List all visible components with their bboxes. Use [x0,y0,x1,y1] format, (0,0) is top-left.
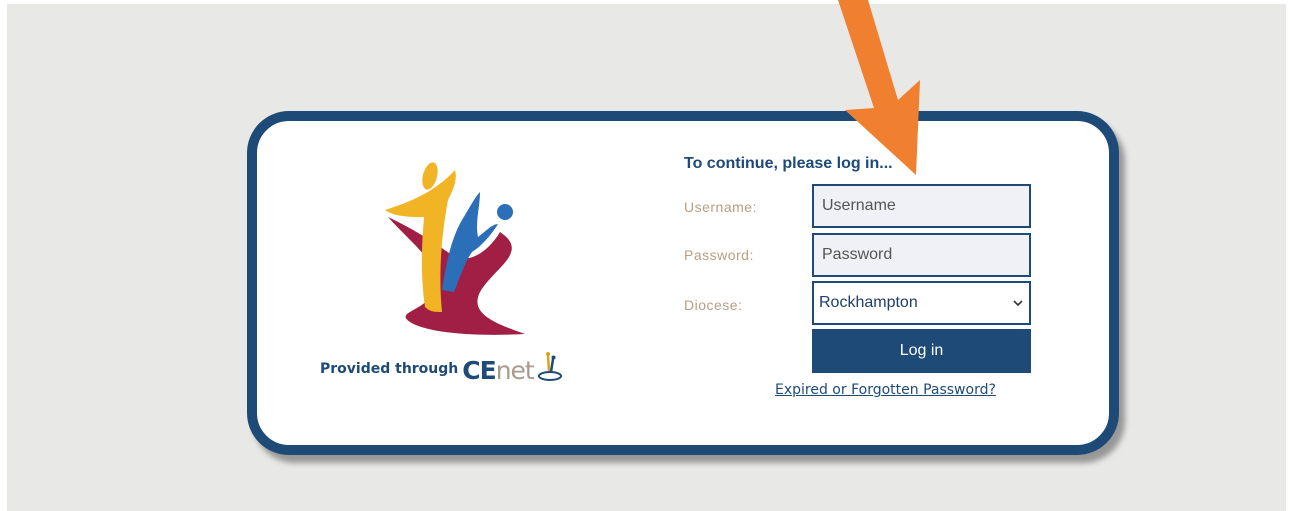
password-label: Password: [684,247,754,263]
username-label: Username: [684,199,757,215]
cenet-brand-ce: CE [462,356,496,385]
catholic-education-logo [385,162,525,335]
forgot-password-link[interactable]: Expired or Forgotten Password? [775,382,996,398]
chevron-down-icon [1013,300,1023,307]
cenet-brand-net: net [495,356,535,385]
password-field[interactable]: Password [812,233,1031,277]
cenet-brand: CEnet [462,356,535,385]
diocese-label: Diocese: [684,297,743,313]
diocese-select[interactable]: Rockhampton [812,281,1031,325]
diocese-selected-value: Rockhampton [819,294,918,311]
username-field[interactable]: Username [812,184,1031,228]
provided-through-text: Provided through [320,361,459,377]
provided-through-credit: Provided through CEnet [320,343,590,383]
login-button[interactable]: Log in [812,329,1031,373]
cenet-logo-icon [537,352,562,381]
orange-arrow-pointer [838,0,920,175]
